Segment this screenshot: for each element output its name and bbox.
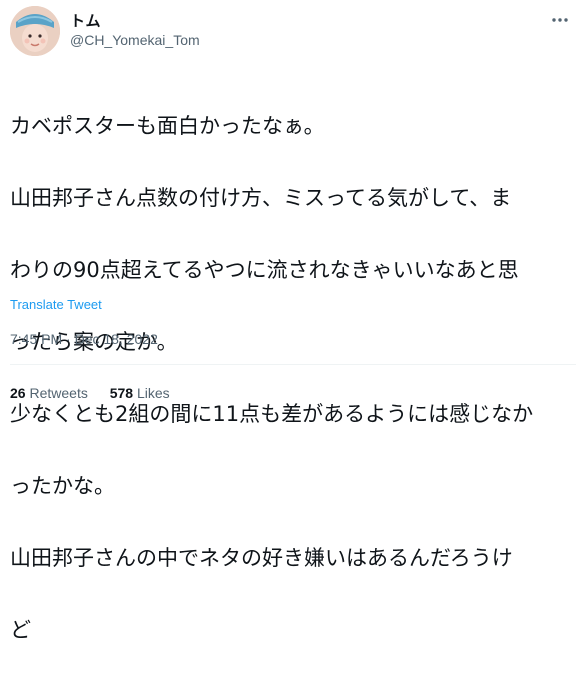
tweet-line: ど: [10, 618, 31, 642]
retweets-count: 26: [10, 385, 26, 401]
author-name[interactable]: トム: [70, 10, 101, 31]
avatar-image: [10, 6, 60, 56]
tweet-line: カベポスターも面白かったなぁ。: [10, 114, 325, 138]
tweet-text: カベポスターも面白かったなぁ。 山田邦子さん点数の付け方、ミスってる気がして、ま…: [10, 66, 576, 690]
tweet-line: 山田邦子さんの中でネタの好き嫌いはあるんだろうけ: [10, 546, 513, 570]
tweet-timestamp[interactable]: 7:45 PM · Dec 18, 2022: [10, 331, 158, 347]
retweets-label: Retweets: [29, 385, 88, 401]
likes-stat[interactable]: 578 Likes: [110, 385, 170, 401]
divider: [10, 364, 576, 365]
retweets-stat[interactable]: 26 Retweets: [10, 385, 88, 401]
tweet-line: わりの90点超えてるやつに流されなきゃいいなあと思: [10, 258, 519, 282]
likes-count: 578: [109, 385, 134, 401]
tweet-line: 少なくとも2組の間に11点も差があるようには感じなか: [10, 402, 534, 426]
likes-label: Likes: [136, 385, 170, 401]
avatar[interactable]: [10, 6, 60, 56]
tweet-line: 山田邦子さん点数の付け方、ミスってる気がして、ま: [10, 186, 512, 210]
tweet-line: ったかな。: [10, 474, 115, 498]
translate-tweet-link[interactable]: Translate Tweet: [10, 297, 102, 312]
tweet: トム @CH_Yomekai_Tom カベポスターも面白かったなぁ。 山田邦子さ…: [0, 0, 582, 642]
engagement-stats: 26 Retweets 578 Likes: [10, 385, 188, 401]
author-handle[interactable]: @CH_Yomekai_Tom: [70, 32, 200, 48]
more-options-icon[interactable]: [548, 8, 572, 32]
